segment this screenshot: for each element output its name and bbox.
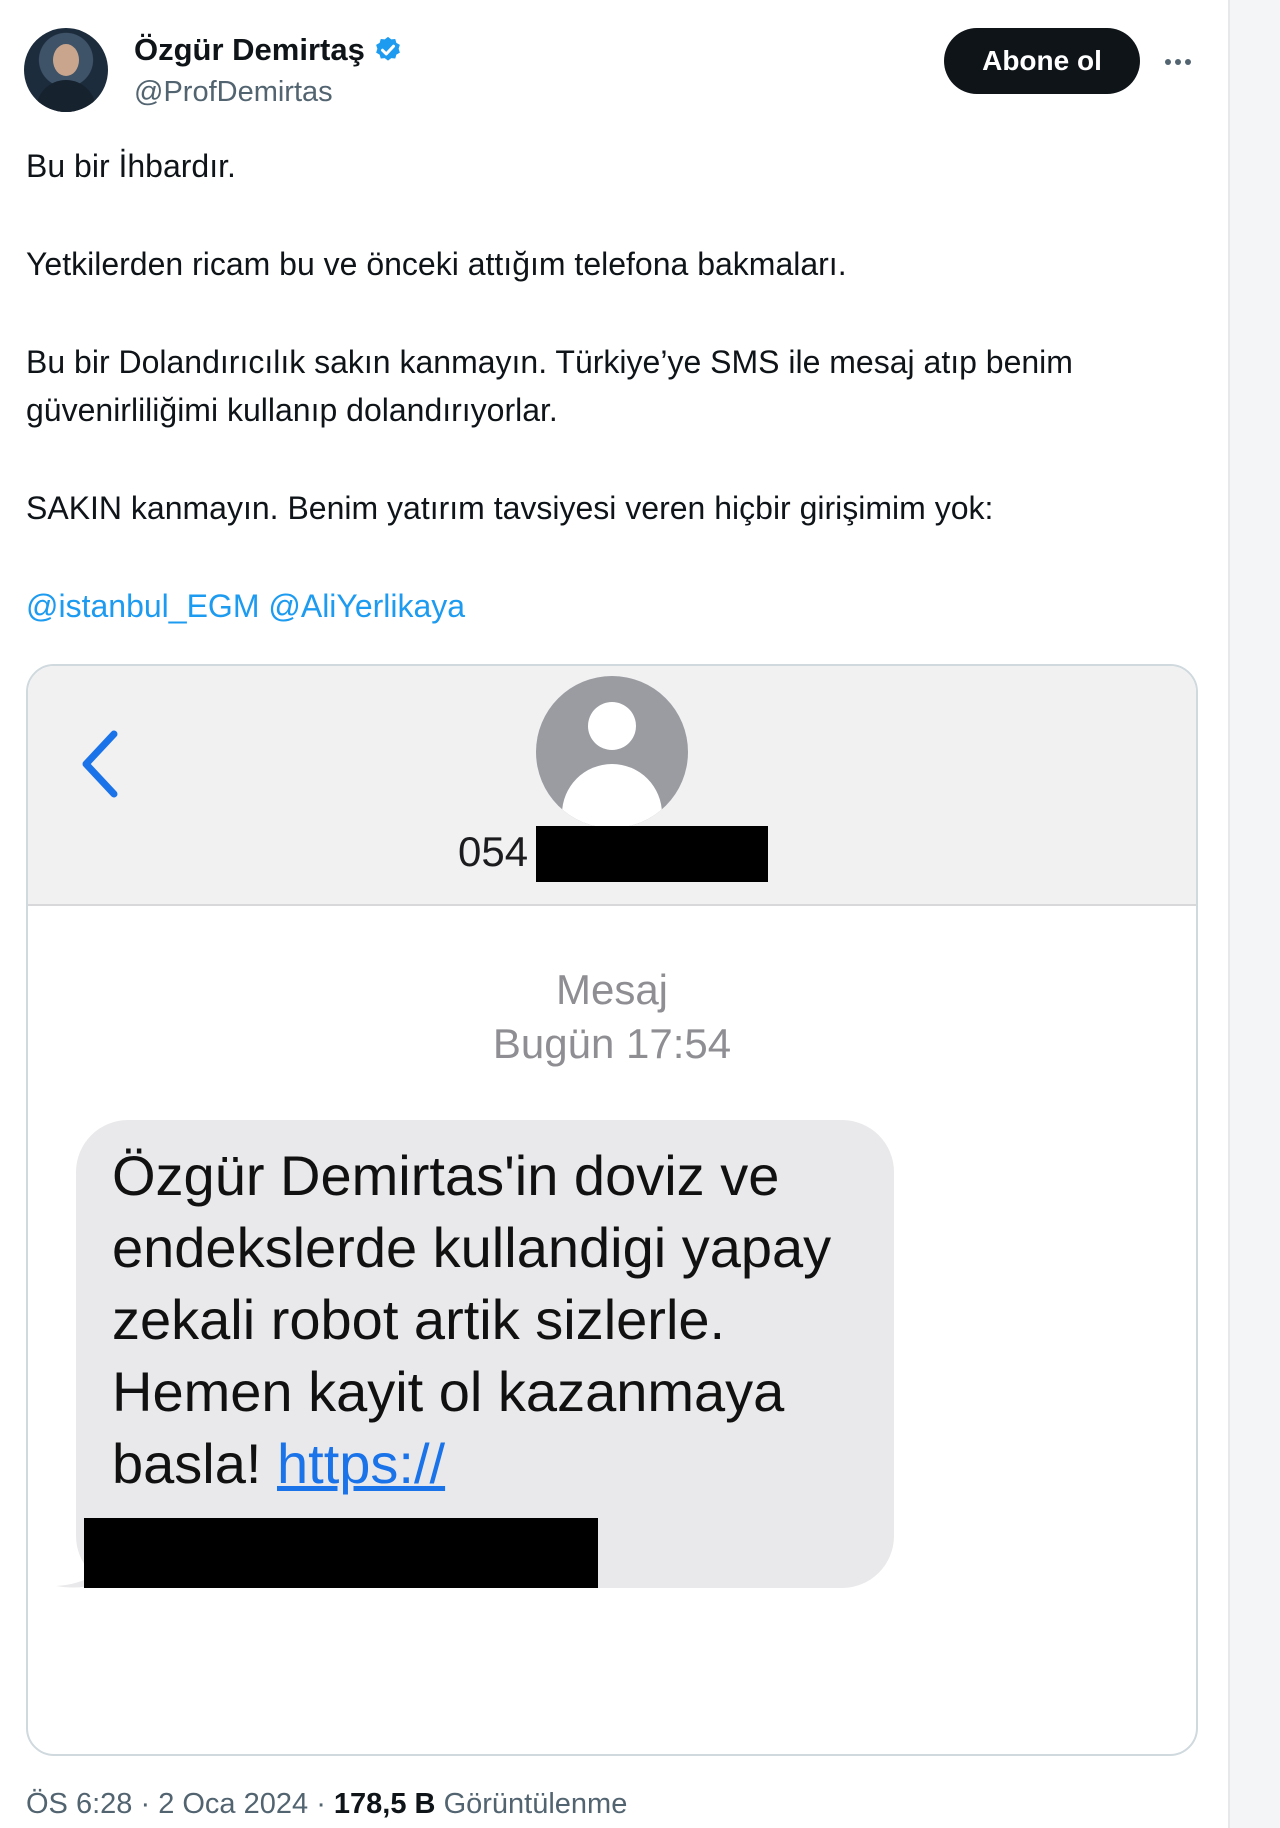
author-display-name[interactable]: Özgür Demirtaş <box>134 32 365 68</box>
tweet-text-line-2: Yetkilerden ricam bu ve önceki attığım t… <box>26 246 847 282</box>
post-time[interactable]: ÖS 6:28 <box>26 1788 132 1820</box>
redaction-bar <box>536 826 768 882</box>
separator: · <box>308 1788 334 1820</box>
sms-message-body: Özgür Demirtas'in doviz ve endekslerde k… <box>112 1144 847 1495</box>
tweet: Özgür Demirtaş @ProfDemirtas Abone ol Bu… <box>0 0 1228 1828</box>
redaction-bar <box>84 1518 598 1588</box>
tweet-mentions: @istanbul_EGM @AliYerlikaya <box>26 582 1206 630</box>
mention-link[interactable]: @AliYerlikaya <box>268 588 465 624</box>
contact-avatar-head <box>588 702 636 750</box>
tweet-text-line-1: Bu bir İhbardır. <box>26 148 236 184</box>
post-date[interactable]: 2 Oca 2024 <box>158 1788 308 1820</box>
right-gutter <box>1228 0 1280 1828</box>
avatar-shoulders <box>36 80 96 112</box>
dot <box>1165 59 1171 65</box>
author-name-row: Özgür Demirtaş <box>134 32 403 68</box>
contact-avatar-body <box>562 764 662 828</box>
dot <box>1185 59 1191 65</box>
views-count: 178,5 B <box>333 1788 436 1820</box>
separator: · <box>132 1788 159 1820</box>
sms-message-link: https:// <box>277 1432 446 1495</box>
author-handle[interactable]: @ProfDemirtas <box>134 76 333 109</box>
avatar-face <box>53 44 79 76</box>
contact-avatar-icon <box>536 676 688 828</box>
sms-contact-header: 054 <box>28 666 1196 906</box>
dot <box>1175 59 1181 65</box>
contact-number: 054 <box>458 828 529 875</box>
views-label: Görüntülenme <box>443 1788 628 1820</box>
sms-message-text: Özgür Demirtas'in doviz ve endekslerde k… <box>112 1140 872 1500</box>
back-chevron-icon <box>82 730 118 798</box>
tweet-text-paragraph-3: Bu bir Dolandırıcılık sakın kanmayın. Tü… <box>26 344 1082 428</box>
follow-button[interactable]: Abone ol <box>944 28 1140 94</box>
mention-link[interactable]: @istanbul_EGM <box>26 588 259 624</box>
more-options-icon[interactable] <box>1160 44 1196 80</box>
tweet-text-line-4: SAKIN kanmayın. Benim yatırım tavsiyesi … <box>26 490 994 526</box>
sms-meta-time: Bugün 17:54 <box>492 1020 732 1067</box>
tweet-footer: ÖS 6:28 · 2 Oca 2024 · 178,5 B Görüntüle… <box>26 1788 627 1821</box>
tweet-media-image[interactable]: 054 Mesaj Bugün 17:54 Özgür Demirtas'in … <box>26 664 1198 1756</box>
sms-meta-label: Mesaj <box>555 966 669 1013</box>
verified-badge-icon <box>375 36 400 61</box>
author-avatar[interactable] <box>24 28 108 112</box>
